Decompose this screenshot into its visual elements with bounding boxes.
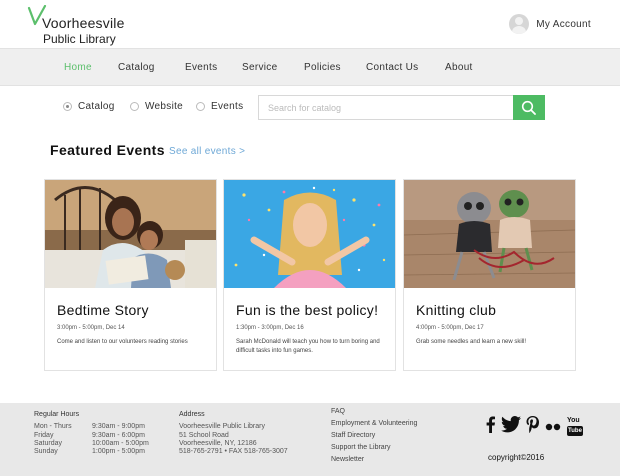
event-description: Come and listen to our volunteers readin… [57,339,188,345]
hours-time: 1:00pm - 5:00pm [92,448,145,455]
nav-events[interactable]: Events [185,62,217,73]
radio-website[interactable]: Website [130,101,183,112]
event-date: 3:00pm - 5:00pm, Dec 14 [57,325,125,331]
youtube-tube-text: Tube [567,426,583,436]
my-account-label: My Account [536,18,591,30]
featured-events-heading: Featured Events [50,142,165,158]
nav-about[interactable]: About [445,62,473,73]
copyright-text: copyright©2016 [488,453,545,462]
address-phone: 518-765-2791 • FAX 518-765-3007 [179,448,288,455]
see-all-events-link[interactable]: See all events > [169,146,245,157]
radio-events-label: Events [211,101,244,112]
event-description: Sarah McDonald will teach you how to tur… [236,339,380,354]
logo-subtitle: Public Library [43,32,116,46]
main-nav: Home Catalog Events Service Policies Con… [0,48,620,86]
address-line: Voorheesville Public Library [179,423,265,430]
youtube-you-text: You [567,417,580,424]
event-date: 4:00pm - 5:00pm, Dec 17 [416,325,484,331]
footer-link-employment[interactable]: Employment & Volunteering [331,420,417,427]
radio-events[interactable]: Events [196,101,243,112]
event-card-fun-policy[interactable]: Fun is the best policy! 1:30pm - 3:00pm,… [223,179,396,371]
hours-day: Saturday [34,440,63,447]
radio-website-dot[interactable] [130,102,139,111]
twitter-icon[interactable] [501,416,521,438]
facebook-icon[interactable] [486,416,495,438]
radio-website-label: Website [145,101,184,112]
footer-link-support[interactable]: Support the Library [331,444,391,451]
footer-link-newsletter[interactable]: Newsletter [331,456,364,463]
event-title: Bedtime Story [57,302,149,318]
hours-day: Friday [34,432,54,439]
footer-link-faq[interactable]: FAQ [331,408,345,415]
event-description: Grab some needles and learn a new skill! [416,339,527,345]
hours-day: Mon - Thurs [34,423,72,430]
radio-catalog-dot[interactable] [63,102,72,111]
nav-service[interactable]: Service [242,62,277,73]
radio-events-dot[interactable] [196,102,205,111]
event-card-knitting-club[interactable]: Knitting club 4:00pm - 5:00pm, Dec 17 Gr… [403,179,576,371]
hours-time: 9:30am - 6:00pm [92,432,145,439]
nav-contact-us[interactable]: Contact Us [366,62,418,73]
footer-link-staff-directory[interactable]: Staff Directory [331,432,375,439]
search-icon [521,100,536,115]
nav-policies[interactable]: Policies [304,62,341,73]
youtube-icon[interactable]: You Tube [567,417,583,437]
avatar-icon [509,14,530,34]
bedtime-story-photo [45,180,216,288]
address-line: Voorheesville, NY, 12186 [179,440,257,447]
regular-hours-heading: Regular Hours [34,411,80,418]
hours-day: Sunday [34,448,58,455]
site-header: Voorheesvile Public Library My Account [0,0,620,48]
flickr-icon[interactable] [545,418,561,436]
search-button[interactable] [513,95,545,120]
radio-catalog[interactable]: Catalog [63,101,115,112]
library-logo[interactable]: Voorheesvile Public Library [27,5,127,46]
address-heading: Address [179,411,205,418]
hours-time: 9:30am - 9:00pm [92,423,145,430]
my-account-button[interactable]: My Account [509,13,591,35]
nav-catalog[interactable]: Catalog [118,62,155,73]
knitting-club-photo [404,180,575,288]
event-card-bedtime-story[interactable]: Bedtime Story 3:00pm - 5:00pm, Dec 14 Co… [44,179,217,371]
search-input[interactable] [258,95,514,120]
event-title: Fun is the best policy! [236,302,379,318]
logo-name: Voorheesvile [42,15,125,31]
fun-policy-photo [224,180,395,288]
event-date: 1:30pm - 3:00pm, Dec 16 [236,325,304,331]
pinterest-icon[interactable] [526,416,539,438]
hours-time: 10:00am - 5:00pm [92,440,149,447]
event-title: Knitting club [416,302,497,318]
address-line: 51 School Road [179,432,229,439]
radio-catalog-label: Catalog [78,101,115,112]
nav-home[interactable]: Home [64,62,92,73]
social-links: You Tube [486,416,583,438]
